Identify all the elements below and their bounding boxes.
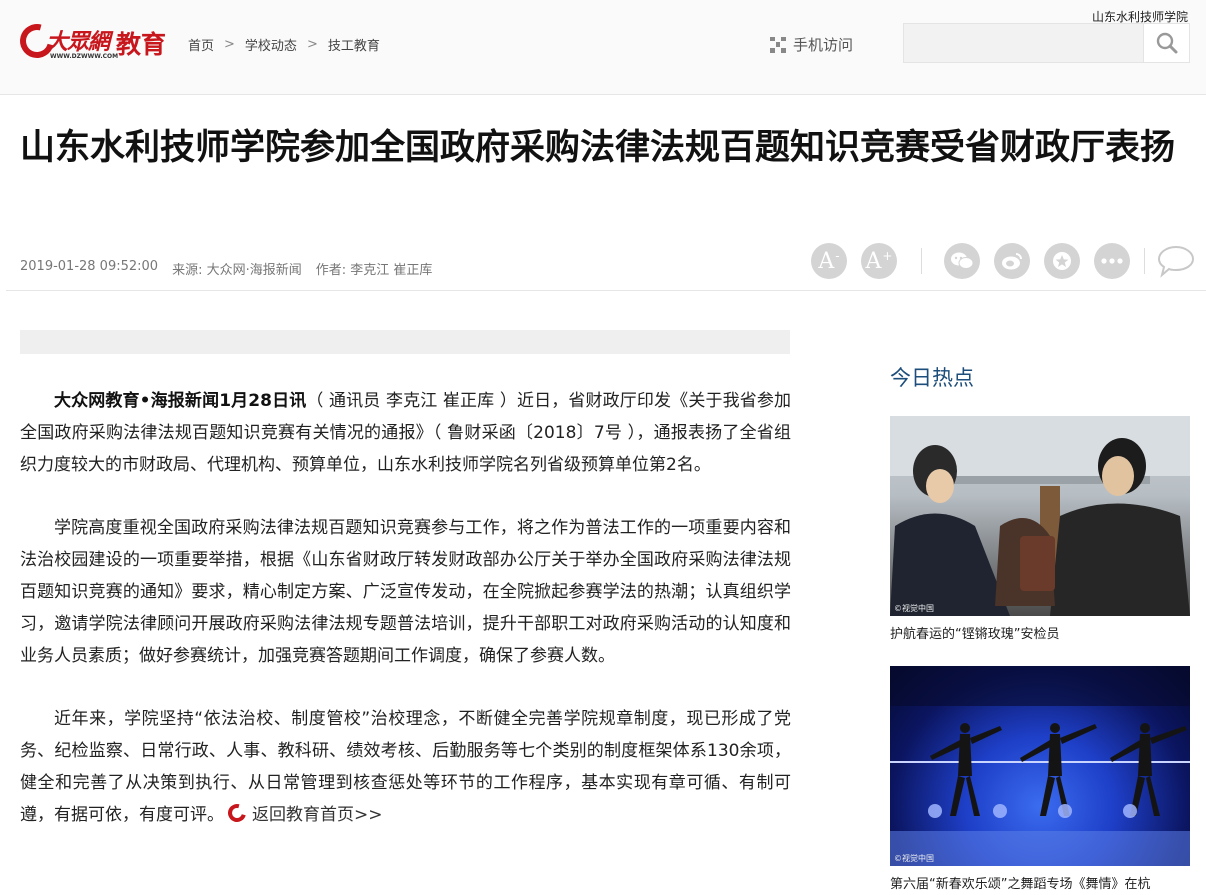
article-author: 作者: 李克江 崔正库 [315, 263, 433, 278]
article-placeholder-bar [20, 330, 790, 354]
breadcrumb: 首页 > 学校动态 > 技工教育 [188, 35, 380, 54]
back-to-education-link[interactable]: 返回教育首页>> [224, 800, 383, 826]
article-paragraph-3-text: 近年来，学院坚持“依法治校、制度管校”治校理念，不断健全完善学院规章制度，现已形… [20, 709, 791, 825]
share-weibo-button[interactable] [994, 243, 1030, 279]
search-button[interactable] [1143, 24, 1189, 62]
top-bar: 山东水利技师学院 大眾網 WWW.DZWWW.COM 教育 首页 > 学校动态 … [0, 0, 1206, 95]
article-toolbar: A- A + [811, 243, 1206, 279]
mobile-access-label: 手机访问 [793, 36, 854, 54]
security-inspector-photo [890, 416, 1190, 616]
share-wechat-button[interactable] [944, 243, 980, 279]
more-icon [1101, 258, 1123, 264]
image-watermark: ©视觉中国 [894, 854, 934, 863]
comment-icon [1157, 245, 1195, 278]
article-source: 来源: 大众网·海报新闻 [172, 263, 302, 278]
article-body: 大众网教育•海报新闻1月28日讯（ 通讯员 李克江 崔正库 ）近日，省财政厅印发… [20, 385, 791, 862]
toolbar-divider [1144, 248, 1145, 274]
toolbar-divider [921, 248, 922, 274]
site-logo[interactable]: 大眾網 WWW.DZWWW.COM 教育 [13, 17, 167, 65]
back-link-label: 返回教育首页>> [252, 805, 383, 825]
dzwww-logo-icon [224, 800, 250, 826]
meta-divider [6, 290, 1206, 291]
image-watermark: ©视觉中国 [894, 604, 934, 613]
search-box [903, 23, 1190, 63]
breadcrumb-technical-education[interactable]: 技工教育 [328, 35, 380, 54]
article-paragraph-3: 近年来，学院坚持“依法治校、制度管校”治校理念，不断健全完善学院规章制度，现已形… [20, 703, 791, 831]
breadcrumb-separator: > [224, 37, 235, 52]
article-title: 山东水利技师学院参加全国政府采购法律法规百题知识竞赛受省财政厅表扬 [20, 128, 1176, 168]
article-lead: 大众网教育•海报新闻1月28日讯 [54, 391, 307, 411]
search-icon [1156, 32, 1177, 54]
favorite-button[interactable] [1044, 243, 1080, 279]
hot-item-2-caption[interactable]: 第六届“新春欢乐颂”之舞蹈专场《舞情》在杭 [890, 873, 1190, 892]
font-increase-icon: A [865, 248, 882, 274]
favorite-icon [1053, 252, 1071, 270]
font-decrease-button[interactable]: A- [811, 243, 847, 279]
hot-item-1-caption[interactable]: 护航春运的“铿锵玫瑰”安检员 [890, 623, 1190, 642]
logo-url: WWW.DZWWW.COM [50, 53, 119, 60]
dance-performance-photo [890, 666, 1190, 866]
hot-today-heading: 今日热点 [890, 366, 974, 390]
mobile-access-link[interactable]: 手机访问 [770, 34, 853, 55]
logo-section-name: 教育 [116, 30, 167, 59]
wechat-icon [951, 252, 974, 269]
hot-item-2-image[interactable]: ©视觉中国 [890, 666, 1190, 866]
breadcrumb-home[interactable]: 首页 [188, 35, 214, 54]
search-input[interactable] [904, 24, 1143, 62]
article-paragraph-1: 大众网教育•海报新闻1月28日讯（ 通讯员 李克江 崔正库 ）近日，省财政厅印发… [20, 385, 791, 481]
comment-button[interactable] [1155, 243, 1197, 279]
logo-mark: 大眾網 WWW.DZWWW.COM [13, 17, 118, 65]
font-decrease-icon: A [818, 248, 835, 274]
breadcrumb-separator: > [306, 37, 318, 52]
article-paragraph-2: 学院高度重视全国政府采购法律法规百题知识竞赛参与工作，将之作为普法工作的一项重要… [20, 518, 791, 666]
more-button[interactable] [1094, 243, 1130, 279]
qr-code-icon [770, 36, 786, 53]
article-meta: 2019-01-28 09:52:00 来源: 大众网·海报新闻 作者: 李克江… [20, 259, 432, 278]
breadcrumb-school-news[interactable]: 学校动态 [245, 35, 297, 54]
weibo-icon [1002, 253, 1022, 270]
publish-date: 2019-01-28 09:52:00 [20, 259, 159, 274]
logo-brand: 大眾網 [46, 30, 110, 55]
hot-item-1-image[interactable]: ©视觉中国 [890, 416, 1190, 616]
font-increase-button[interactable]: A + [861, 243, 897, 279]
